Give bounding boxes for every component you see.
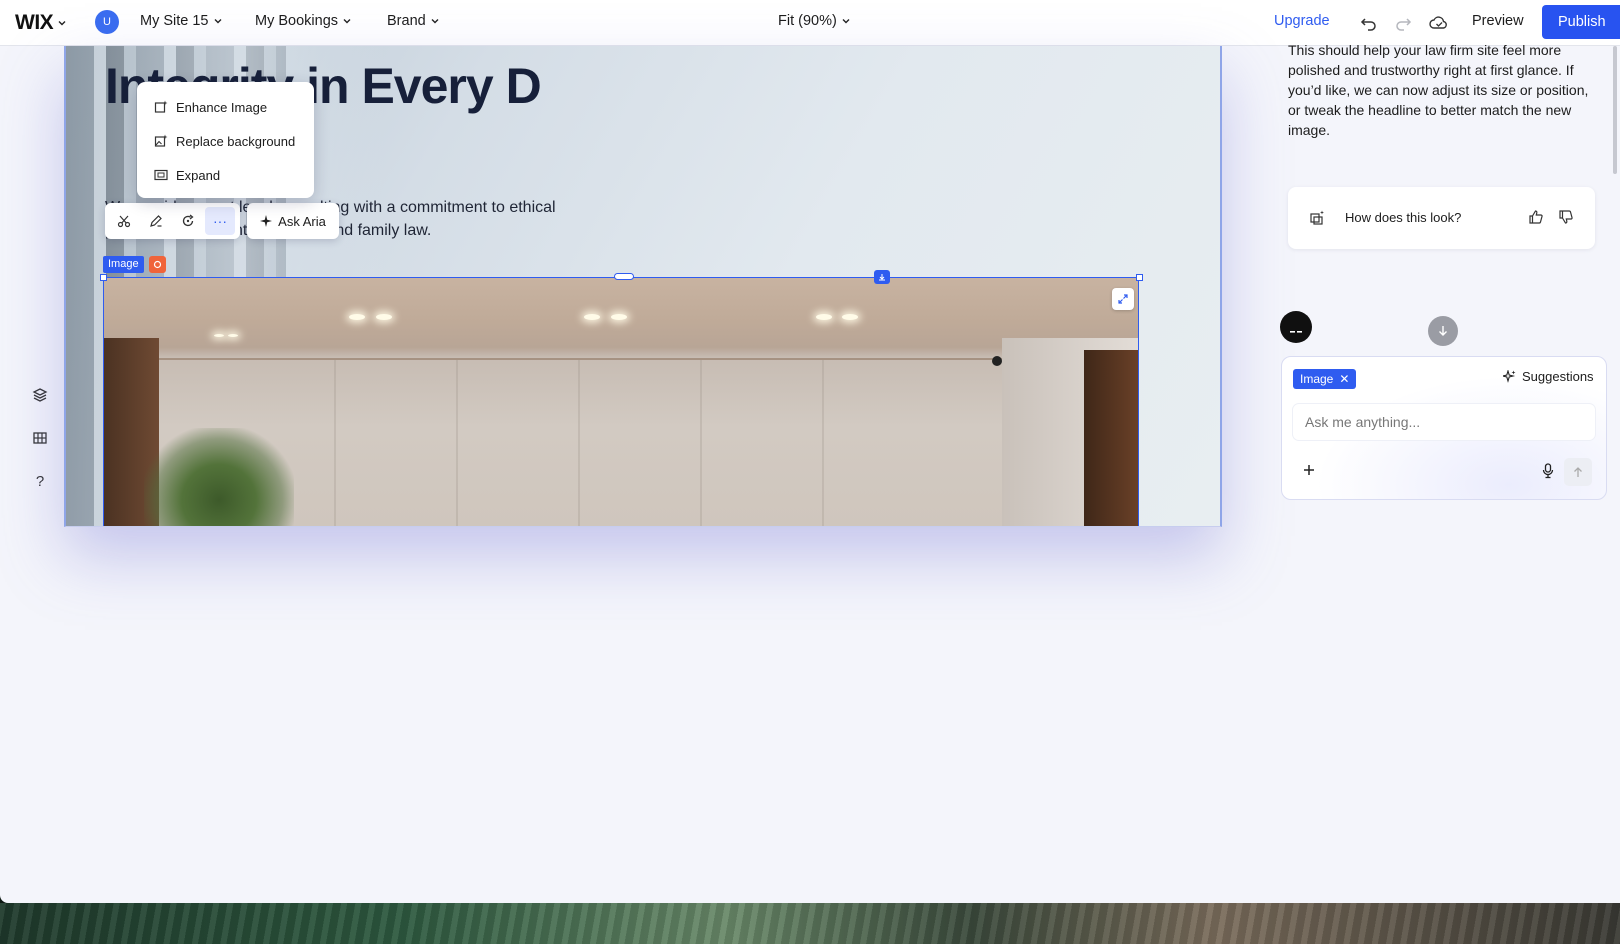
image-door (1084, 350, 1138, 526)
aria-message: This should help your law firm site feel… (1288, 42, 1589, 138)
menu-item-label: Replace background (176, 133, 296, 149)
ceiling-light (214, 334, 224, 337)
grid-icon[interactable] (29, 427, 51, 449)
anchor-icon[interactable] (874, 270, 890, 284)
ai-badge-icon[interactable] (149, 256, 166, 273)
microphone-icon[interactable] (1539, 462, 1557, 480)
resize-handle-top-left[interactable] (100, 274, 107, 281)
sparkle-icon (1503, 370, 1516, 383)
enhance-icon (154, 100, 168, 113)
editor-window: WIX U My Site 15 My Bookings Brand Fit (… (0, 0, 1620, 903)
site-name: My Site 15 (140, 13, 209, 29)
ceiling-light (584, 314, 600, 320)
ceiling-light (228, 334, 238, 337)
ceiling-light (376, 314, 392, 320)
send-button[interactable] (1564, 458, 1592, 486)
image-wall-panels (214, 360, 914, 526)
menu-item-expand[interactable]: Expand (137, 158, 314, 192)
selection-label: Image (103, 256, 144, 273)
more-actions-menu: Enhance Image Replace background Expand (137, 82, 314, 198)
ask-input[interactable] (1293, 404, 1595, 440)
ask-aria-button[interactable]: Ask Aria (247, 203, 339, 239)
sparkle-icon (260, 215, 273, 227)
image-floating-toolbar: ··· (105, 203, 240, 239)
layers-icon[interactable] (29, 384, 51, 406)
thumbs-up-icon[interactable] (1528, 209, 1544, 225)
feedback-card: How does this look? (1288, 187, 1595, 249)
brand-menu[interactable]: Brand (387, 13, 440, 29)
edit-image-icon[interactable] (141, 207, 171, 235)
chevron-down-icon (343, 19, 351, 24)
undo-icon[interactable] (1358, 12, 1380, 34)
bookings-label: My Bookings (255, 13, 339, 29)
preview-button[interactable]: Preview (1472, 13, 1524, 29)
resize-handle-top[interactable] (614, 273, 634, 280)
menu-item-label: Enhance Image (176, 99, 268, 115)
expand-icon (154, 169, 168, 181)
zoom-menu[interactable]: Fit (90%) (778, 13, 851, 29)
chat-composer: Image ✕ Suggestions (1281, 356, 1607, 500)
image-compare-icon (1306, 207, 1328, 229)
suggestions-button[interactable]: Suggestions (1503, 369, 1594, 384)
ceiling-light (611, 314, 627, 320)
ceiling-light (842, 314, 858, 320)
replace-image-icon[interactable] (173, 207, 203, 235)
thumbs-down-icon[interactable] (1558, 209, 1574, 225)
more-actions-button[interactable]: ··· (205, 207, 235, 235)
context-chip-label: Image (1300, 372, 1334, 386)
chevron-down-icon (431, 19, 439, 24)
bookings-menu[interactable]: My Bookings (255, 13, 352, 29)
ask-aria-label: Ask Aria (278, 213, 326, 229)
suggestions-label: Suggestions (1522, 369, 1594, 384)
arrow-up-icon (1574, 467, 1582, 477)
resize-handle-top-right[interactable] (1136, 274, 1143, 281)
image-plant (144, 428, 294, 526)
add-attachment-icon[interactable] (1299, 460, 1319, 480)
redo-icon[interactable] (1392, 12, 1414, 34)
replace-background-icon (154, 134, 168, 147)
publish-button[interactable]: Publish (1542, 5, 1620, 39)
wix-logo-menu[interactable]: WIX (15, 11, 67, 35)
chevron-down-icon (214, 19, 221, 24)
wix-logo: WIX (15, 11, 54, 34)
image-camera (992, 356, 1002, 366)
ceiling-light (349, 314, 365, 320)
upgrade-link[interactable]: Upgrade (1274, 13, 1330, 29)
menu-item-label: Expand (176, 167, 221, 183)
close-icon[interactable]: ✕ (1339, 372, 1349, 386)
aria-avatar (1280, 311, 1312, 343)
menu-item-enhance-image[interactable]: Enhance Image (137, 90, 314, 124)
desktop-wallpaper (0, 903, 1620, 944)
scroll-to-bottom-icon[interactable] (1428, 316, 1458, 346)
cloud-save-icon[interactable] (1428, 12, 1450, 34)
chat-scrollbar[interactable] (1613, 46, 1617, 174)
page-canvas[interactable]: Integrity in Every D We provide expert l… (64, 46, 1222, 527)
crop-icon[interactable] (109, 207, 139, 235)
site-avatar[interactable]: U (95, 10, 119, 34)
context-chip[interactable]: Image ✕ (1293, 369, 1357, 389)
feedback-prompt: How does this look? (1345, 210, 1462, 225)
brand-label: Brand (387, 13, 426, 29)
expand-image-icon[interactable] (1112, 288, 1134, 310)
menu-item-replace-background[interactable]: Replace background (137, 124, 314, 158)
chevron-down-icon (58, 21, 66, 26)
ceiling-light (816, 314, 832, 320)
help-icon[interactable]: ? (29, 470, 51, 492)
selected-image[interactable] (103, 277, 1139, 526)
chevron-down-icon (842, 19, 850, 24)
site-name-menu[interactable]: My Site 15 (140, 13, 223, 29)
zoom-label: Fit (90%) (778, 13, 837, 29)
